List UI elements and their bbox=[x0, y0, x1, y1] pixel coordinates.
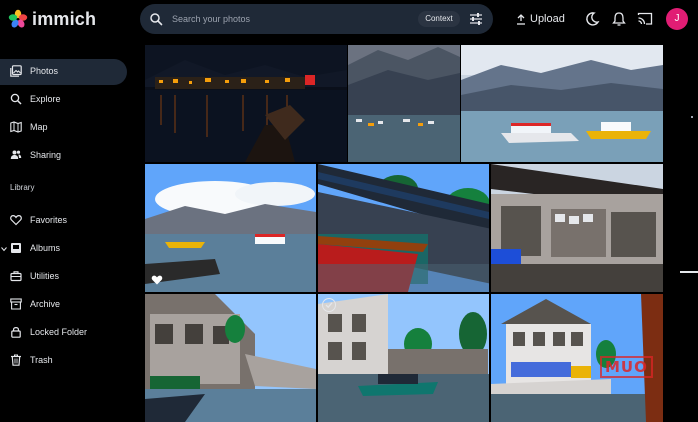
sidebar-item-map[interactable]: Map bbox=[0, 115, 127, 141]
sidebar-item-locked-folder[interactable]: Locked Folder bbox=[0, 320, 127, 346]
sidebar-item-label: Albums bbox=[30, 243, 61, 253]
sidebar-item-label: Favorites bbox=[30, 215, 68, 225]
sidebar-item-trash[interactable]: Trash bbox=[0, 348, 127, 374]
check-icon bbox=[325, 302, 333, 309]
photo-thumbnail[interactable] bbox=[348, 45, 460, 162]
trash-icon bbox=[11, 354, 21, 366]
search-input[interactable] bbox=[172, 11, 412, 27]
upload-label: Upload bbox=[530, 13, 565, 25]
sidebar-item-archive[interactable]: Archive bbox=[0, 292, 127, 318]
photo-thumbnail[interactable] bbox=[491, 164, 663, 292]
search-icon[interactable] bbox=[149, 12, 163, 26]
cast-icon[interactable] bbox=[637, 11, 653, 27]
heart-icon bbox=[10, 214, 22, 226]
photo-thumbnail[interactable] bbox=[145, 294, 316, 422]
lock-icon bbox=[11, 327, 21, 338]
context-label: Context bbox=[425, 14, 453, 23]
photo-thumbnail[interactable] bbox=[318, 164, 489, 292]
app-logo[interactable]: immich bbox=[8, 8, 96, 30]
sidebar: Photos Explore Map Sharing Library Favor… bbox=[0, 40, 140, 422]
photo-thumbnail[interactable] bbox=[461, 45, 663, 162]
photo-thumbnail[interactable] bbox=[145, 164, 316, 292]
upload-icon bbox=[517, 13, 525, 25]
sidebar-item-label: Sharing bbox=[30, 150, 62, 160]
notifications-icon[interactable] bbox=[611, 11, 627, 27]
explore-icon bbox=[10, 93, 22, 105]
top-bar: immich Context Upload bbox=[0, 0, 698, 40]
sidebar-item-explore[interactable]: Explore bbox=[0, 87, 127, 113]
context-search-button[interactable]: Context bbox=[418, 11, 460, 27]
sidebar-item-label: Trash bbox=[30, 355, 53, 365]
sidebar-item-sharing[interactable]: Sharing bbox=[0, 143, 127, 169]
user-avatar[interactable]: J bbox=[666, 8, 688, 30]
timeline-scrollbar[interactable] bbox=[689, 40, 698, 422]
sidebar-item-utilities[interactable]: Utilities bbox=[0, 264, 127, 290]
timeline-marker bbox=[691, 116, 693, 118]
sidebar-item-albums[interactable]: Albums bbox=[0, 236, 127, 262]
sidebar-item-label: Photos bbox=[30, 66, 59, 76]
map-icon bbox=[10, 121, 22, 133]
sidebar-item-label: Map bbox=[30, 122, 48, 132]
upload-button[interactable]: Upload bbox=[516, 9, 565, 29]
immich-logo-icon bbox=[8, 9, 28, 28]
photos-icon bbox=[10, 65, 22, 77]
favorite-heart-icon[interactable] bbox=[151, 274, 163, 286]
photo-thumbnail[interactable] bbox=[318, 294, 489, 422]
timeline-scroll-position[interactable] bbox=[680, 271, 698, 273]
photo-grid bbox=[143, 44, 665, 422]
archive-icon bbox=[10, 298, 22, 310]
sharing-icon bbox=[10, 150, 22, 159]
sidebar-item-label: Archive bbox=[30, 299, 61, 309]
search-bar[interactable]: Context bbox=[140, 4, 493, 34]
sidebar-item-photos[interactable]: Photos bbox=[0, 59, 127, 85]
chevron-down-icon[interactable] bbox=[1, 245, 7, 253]
toolbox-icon bbox=[10, 271, 22, 282]
sidebar-item-favorites[interactable]: Favorites bbox=[0, 208, 127, 234]
sidebar-item-label: Utilities bbox=[30, 271, 60, 281]
album-icon bbox=[11, 243, 21, 253]
theme-toggle-icon[interactable] bbox=[584, 11, 600, 27]
tune-icon[interactable] bbox=[469, 12, 483, 26]
library-section-label: Library bbox=[10, 183, 35, 192]
watermark-logo: MUO bbox=[600, 356, 653, 378]
sidebar-item-label: Locked Folder bbox=[30, 327, 88, 337]
app-name: immich bbox=[32, 8, 97, 29]
photo-thumbnail[interactable] bbox=[145, 45, 347, 162]
select-checkbox[interactable] bbox=[322, 298, 336, 312]
sidebar-item-label: Explore bbox=[30, 94, 61, 104]
